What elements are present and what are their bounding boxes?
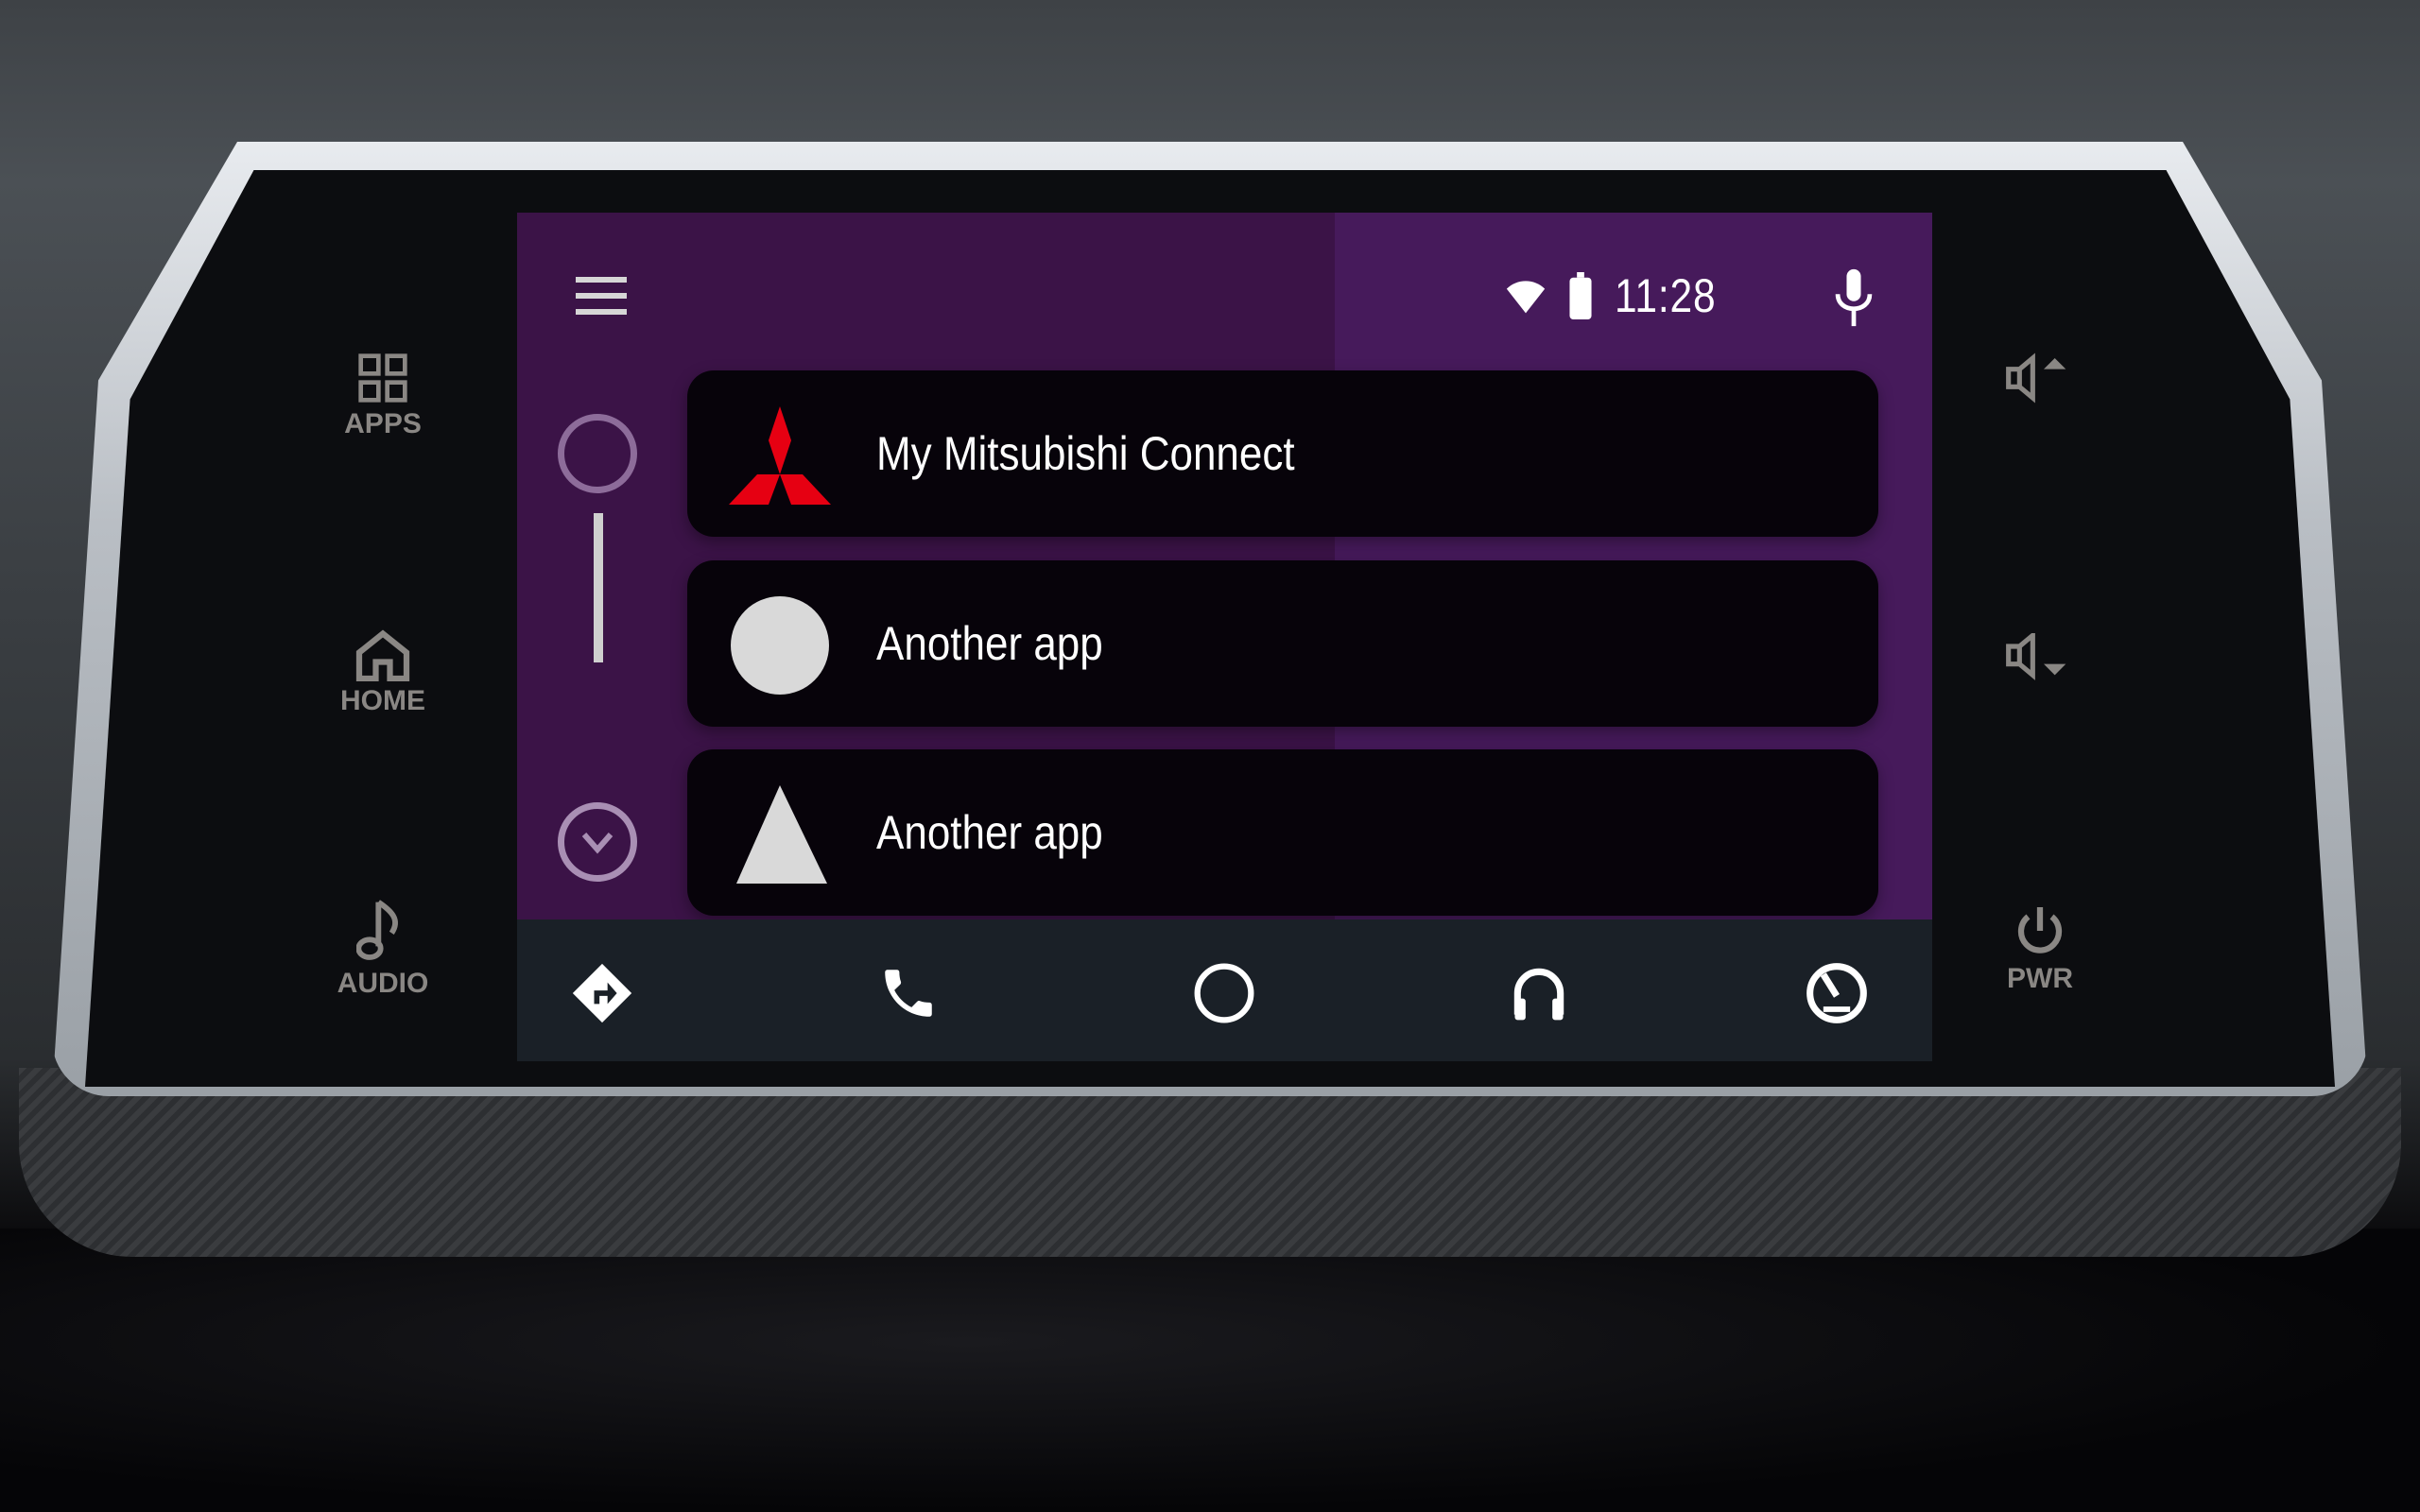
bottom-nav-bar <box>517 919 1932 1061</box>
scroll-down-button[interactable] <box>558 802 637 882</box>
home-circle-icon <box>1194 963 1254 1023</box>
directions-icon <box>572 963 632 1023</box>
hw-home-button[interactable]: HOME <box>331 628 435 717</box>
top-bar: 11:28 <box>517 213 1932 370</box>
power-icon <box>2017 907 2063 954</box>
microphone-icon <box>1835 268 1873 327</box>
phone-icon <box>885 970 932 1017</box>
carbon-trim <box>19 1068 2401 1257</box>
hw-apps-label: APPS <box>344 408 422 439</box>
chevron-down-circle-icon <box>581 833 614 854</box>
apps-grid-icon <box>358 353 407 403</box>
nav-audio-button[interactable] <box>1506 960 1572 1026</box>
voice-button[interactable] <box>1832 267 1876 328</box>
app-label: Another app <box>876 806 1103 859</box>
headphones-icon <box>1513 968 1564 1021</box>
android-auto-screen: 11:28 My Mitsubishi Connect Another app … <box>517 213 1932 1061</box>
mitsubishi-logo-icon <box>729 406 831 505</box>
nav-overview-button[interactable] <box>1804 960 1870 1026</box>
volume-up-icon <box>2006 352 2066 404</box>
home-icon <box>355 629 410 681</box>
music-note-icon <box>356 900 398 960</box>
nav-directions-button[interactable] <box>569 960 635 1026</box>
hw-power-label: PWR <box>2007 963 2073 994</box>
app-list-item[interactable]: My Mitsubishi Connect <box>687 370 1878 537</box>
hw-audio-label: AUDIO <box>337 968 429 999</box>
app-list-item[interactable]: Another app <box>687 749 1878 916</box>
volume-down-icon <box>2006 633 2066 680</box>
scroll-track[interactable] <box>594 513 603 662</box>
hw-apps-button[interactable]: APPS <box>331 352 435 440</box>
hw-volume-down-button[interactable] <box>1985 633 2089 690</box>
hamburger-menu-icon <box>576 277 627 315</box>
nav-home-button[interactable] <box>1191 960 1257 1026</box>
dashboard-gauge-icon <box>1806 963 1867 1023</box>
hw-audio-button[interactable]: AUDIO <box>331 898 435 1000</box>
triangle-icon <box>736 785 827 884</box>
app-label: Another app <box>876 617 1103 670</box>
scroll-up-button[interactable] <box>558 414 637 493</box>
dashboard-lower-surface <box>0 1228 2420 1512</box>
status-area: 11:28 <box>1505 267 1734 324</box>
nav-phone-button[interactable] <box>875 960 942 1026</box>
hw-power-button[interactable]: PWR <box>1988 902 2092 995</box>
clock: 11:28 <box>1614 269 1717 322</box>
app-label: My Mitsubishi Connect <box>876 427 1295 480</box>
menu-button[interactable] <box>576 277 627 315</box>
app-list-item[interactable]: Another app <box>687 560 1878 727</box>
battery-icon <box>1569 272 1592 319</box>
wifi-icon <box>1506 281 1545 314</box>
hw-volume-up-button[interactable] <box>1985 352 2089 408</box>
hw-home-label: HOME <box>340 685 425 716</box>
circle-icon <box>731 596 829 695</box>
